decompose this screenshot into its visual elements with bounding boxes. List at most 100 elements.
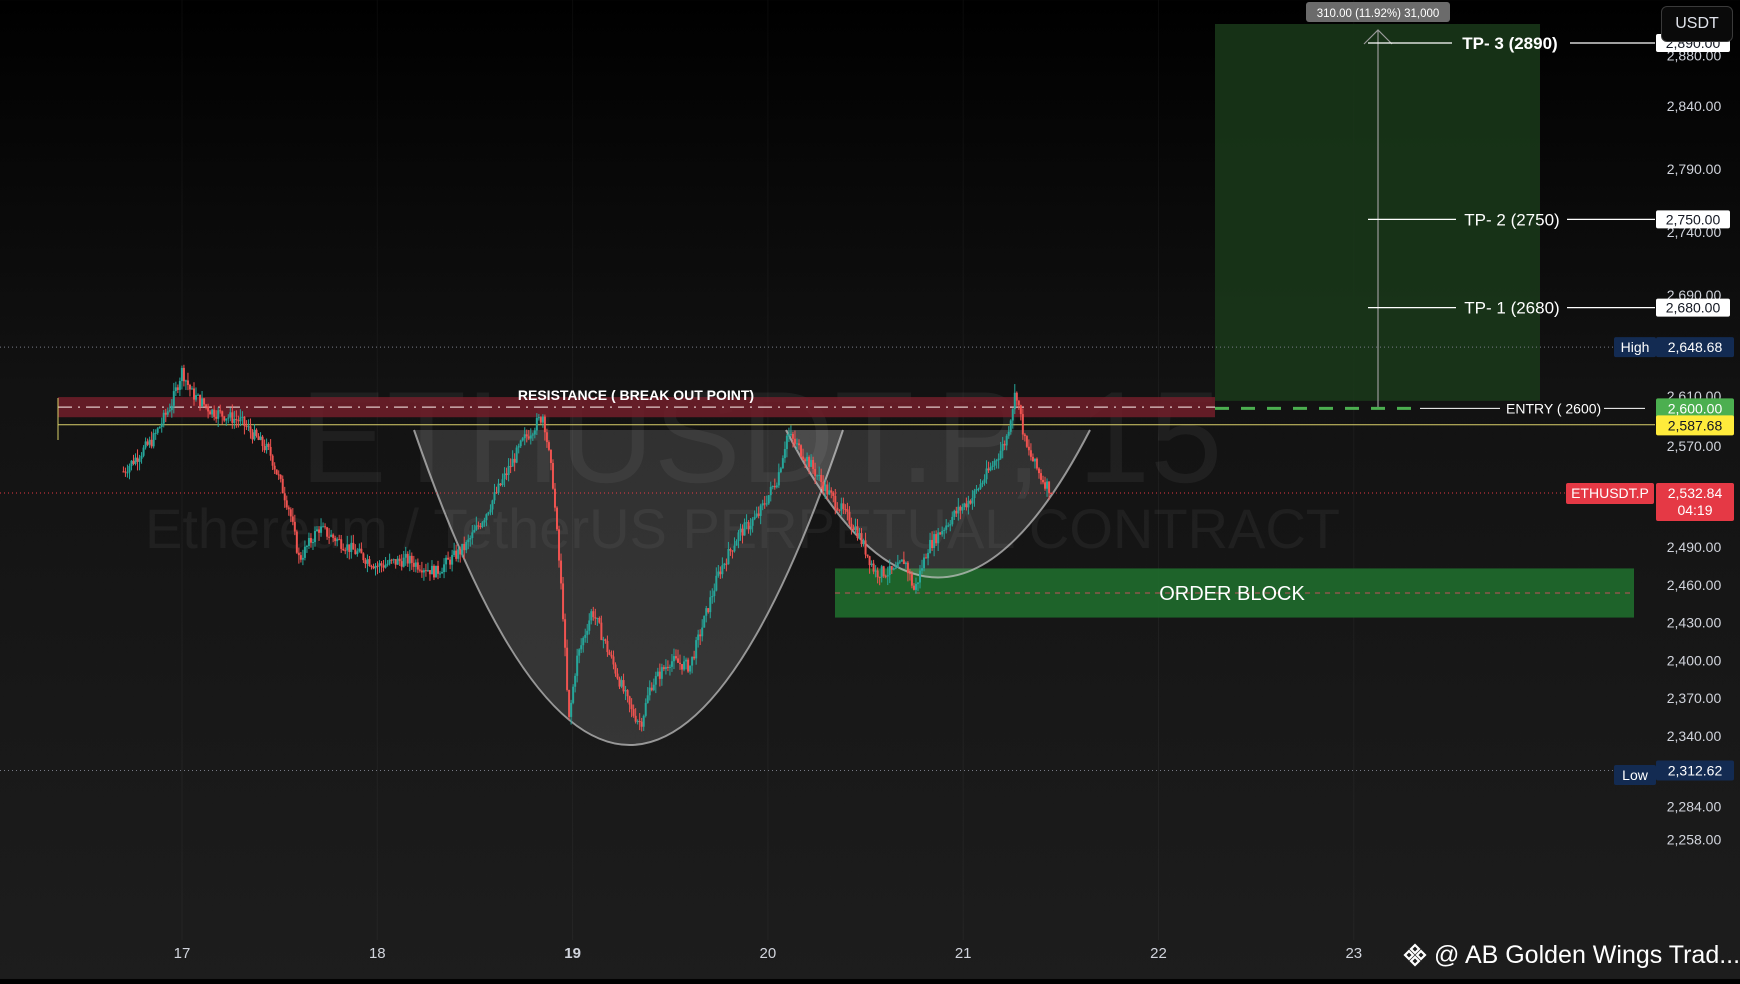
time-axis[interactable]: 17 18 19 20 21 22 23	[174, 945, 1362, 962]
candle-body	[906, 562, 909, 574]
candle-body	[739, 528, 742, 533]
candle-body	[578, 649, 581, 656]
candle-body	[779, 468, 782, 473]
candle-body	[608, 652, 611, 655]
candle-body	[539, 417, 542, 423]
candle-body	[529, 435, 532, 439]
candle-body	[453, 550, 456, 555]
candle-body	[418, 569, 421, 571]
candle-body	[558, 529, 561, 561]
candle-body	[658, 671, 661, 679]
candle-body	[384, 564, 387, 568]
candle-body	[279, 475, 282, 479]
candle-body	[856, 526, 859, 538]
candle-body	[737, 532, 740, 542]
candle-body	[701, 627, 704, 637]
candle-body	[894, 567, 897, 569]
candle-body	[489, 509, 492, 513]
candle-body	[721, 565, 724, 575]
candle-body	[574, 675, 577, 687]
measure-label: 310.00 (11.92%) 31,000	[1317, 8, 1440, 20]
candle-body	[818, 475, 821, 477]
candle-body	[324, 526, 327, 528]
candle-body	[326, 527, 329, 537]
candle-body	[269, 446, 272, 456]
candle-body	[356, 551, 359, 555]
candle-body	[656, 671, 659, 677]
price-axis-tick: 2,340.00	[1667, 728, 1722, 744]
currency-button[interactable]: USDT	[1661, 6, 1733, 42]
candle-body	[1037, 468, 1040, 474]
candle-body	[735, 541, 738, 546]
candle-body	[424, 570, 427, 572]
candle-body	[931, 539, 934, 549]
candle-body	[523, 434, 526, 439]
candle-body	[213, 409, 216, 417]
candle-body	[592, 611, 595, 618]
candle-body	[993, 460, 996, 466]
candle-body	[783, 449, 786, 459]
candle-body	[227, 417, 230, 419]
candle-body	[412, 562, 415, 567]
candle-body	[360, 548, 363, 554]
candle-body	[289, 509, 292, 517]
candle-body	[642, 715, 645, 727]
time-axis-tick: 17	[174, 945, 191, 962]
candle-body	[795, 443, 798, 445]
candle-body	[921, 568, 924, 571]
candle-body	[662, 667, 665, 670]
candle-body	[910, 574, 913, 586]
candle-body	[560, 560, 563, 584]
candle-body	[309, 538, 312, 543]
candle-body	[174, 387, 177, 392]
candle-body	[376, 565, 379, 567]
tp2-price-badge: 2,750.00	[1656, 210, 1730, 229]
price-axis[interactable]: 2,840.002,790.002,740.002,690.002,610.00…	[1667, 48, 1722, 848]
candle-body	[334, 537, 337, 542]
candle-body	[566, 647, 569, 690]
candle-body	[638, 721, 641, 723]
candle-body	[233, 418, 236, 423]
price-chart[interactable]: ETHUSDT.P, 15 Ethereum / TetherUS PERPET…	[0, 0, 1740, 979]
candle-body	[761, 503, 764, 506]
candle-body	[685, 659, 688, 662]
candle-body	[775, 485, 778, 488]
candle-body	[610, 654, 613, 657]
candle-body	[265, 443, 268, 451]
candle-body	[755, 513, 758, 517]
price-axis-tick: 2,570.00	[1667, 438, 1722, 454]
candle-body	[293, 521, 296, 532]
candle-body	[318, 529, 321, 533]
candle-body	[979, 484, 982, 489]
candle-body	[396, 558, 399, 565]
candle-body	[870, 563, 873, 566]
candle-body	[553, 488, 556, 508]
candle-body	[725, 563, 728, 565]
candle-body	[666, 666, 669, 668]
candle-body	[307, 538, 310, 547]
price-axis-tick: 2,284.00	[1667, 799, 1722, 815]
candle-body	[497, 483, 500, 493]
candle-body	[743, 522, 746, 536]
candle-body	[203, 398, 206, 405]
candle-body	[618, 678, 621, 687]
candle-body	[763, 503, 766, 505]
candle-body	[287, 507, 290, 510]
candle-body	[562, 583, 565, 620]
candle-body	[582, 637, 585, 646]
candle-body	[866, 554, 869, 557]
candle-body	[390, 559, 393, 561]
chart-stage[interactable]: ETHUSDT.P, 15 Ethereum / TetherUS PERPET…	[0, 0, 1740, 979]
candle-body	[255, 429, 258, 436]
candle-body	[146, 441, 149, 445]
tp2-label: TP- 2 (2750)	[1464, 210, 1559, 229]
candle-body	[1009, 420, 1012, 432]
candle-body	[1017, 400, 1020, 406]
candle-body	[481, 522, 484, 527]
candle-body	[140, 455, 143, 459]
candle-body	[491, 500, 494, 510]
candle-body	[850, 523, 853, 528]
candle-body	[912, 585, 915, 590]
candle-body	[900, 559, 903, 562]
candle-body	[283, 493, 286, 501]
